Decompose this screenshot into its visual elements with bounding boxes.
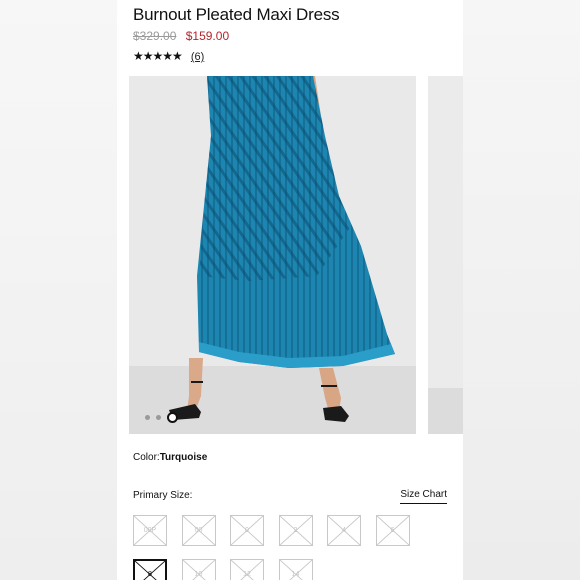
- background-right: [463, 0, 580, 580]
- product-image-carousel[interactable]: [129, 76, 416, 434]
- color-label: Color:: [133, 452, 160, 463]
- size-chart-link[interactable]: Size Chart: [400, 489, 447, 504]
- size-option-label: 00: [194, 527, 203, 534]
- next-slide-floor: [428, 388, 463, 434]
- product-title: Burnout Pleated Maxi Dress: [133, 5, 340, 24]
- background-left: [0, 0, 117, 580]
- size-option[interactable]: 12: [230, 559, 264, 580]
- size-option-label: 10: [194, 571, 203, 578]
- size-option-label: 0: [245, 527, 249, 534]
- price-row: $329.00 $159.00: [133, 29, 229, 43]
- rating-row: ★★★★★ (6): [133, 49, 204, 63]
- size-option[interactable]: 4: [327, 515, 361, 546]
- sale-price: $159.00: [185, 29, 230, 43]
- color-value: Turquoise: [159, 452, 208, 463]
- size-option-label: 4: [342, 527, 346, 534]
- size-option[interactable]: 2: [278, 515, 313, 546]
- review-count-link[interactable]: (6): [191, 51, 204, 63]
- size-option-label: 2: [293, 527, 298, 534]
- size-option[interactable]: 14: [278, 559, 313, 580]
- rating-stars: ★★★★★: [133, 49, 183, 63]
- product-page: Burnout Pleated Maxi Dress $329.00 $159.…: [117, 0, 463, 580]
- size-option[interactable]: 6: [375, 515, 410, 546]
- product-image: [129, 76, 416, 434]
- size-option[interactable]: 10: [181, 559, 216, 580]
- size-option-label: 6: [390, 527, 395, 534]
- size-option[interactable]: 0: [230, 515, 264, 546]
- size-option-label: 12: [243, 571, 251, 578]
- carousel-dot-1[interactable]: [145, 415, 150, 420]
- size-option[interactable]: 00: [181, 515, 216, 546]
- carousel-dot-3[interactable]: [167, 412, 178, 423]
- carousel-dot-2[interactable]: [156, 415, 161, 420]
- carousel-pagination: [145, 412, 178, 423]
- size-option-label: 8: [148, 571, 152, 578]
- color-selection: Color:Turquoise: [133, 452, 207, 463]
- next-slide-preview[interactable]: [428, 76, 463, 434]
- size-option-label: 14: [291, 571, 300, 578]
- original-price: $329.00: [133, 29, 177, 43]
- size-option[interactable]: 8: [133, 559, 167, 580]
- size-option-label: 00P: [143, 527, 157, 534]
- primary-size-label: Primary Size:: [133, 490, 193, 501]
- size-option[interactable]: 00P: [133, 515, 167, 546]
